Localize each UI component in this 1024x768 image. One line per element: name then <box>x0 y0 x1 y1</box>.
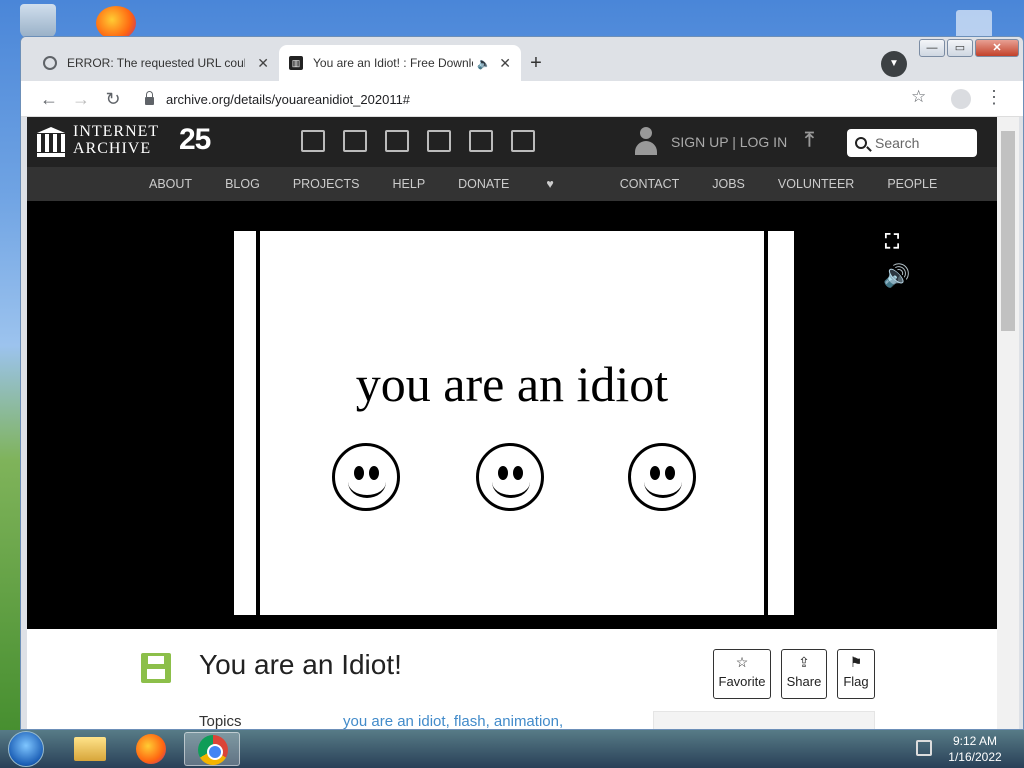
forward-arrow-icon[interactable]: → <box>69 87 93 111</box>
close-button[interactable]: ✕ <box>975 39 1019 57</box>
video-icon[interactable] <box>385 130 409 152</box>
tab-you-are-an-idiot[interactable]: ▥ You are an Idiot! : Free Download 🔈 ✕ <box>279 45 521 81</box>
heart-icon: ♥ <box>546 177 554 191</box>
images-icon[interactable] <box>511 130 535 152</box>
browser-toolbar: ← → ↻ archive.org/details/youareanidiot_… <box>21 81 1023 117</box>
network-tray-icon[interactable] <box>916 740 932 756</box>
tab-close-icon[interactable]: ✕ <box>499 55 511 72</box>
nav-jobs[interactable]: JOBS <box>712 177 745 191</box>
nav-volunteer[interactable]: VOLUNTEER <box>778 177 854 191</box>
maximize-button[interactable]: ▭ <box>947 39 973 57</box>
nav-projects[interactable]: PROJECTS <box>293 177 360 191</box>
media-player: you are an idiot ⛶ 🔊 <box>27 201 997 629</box>
ia-nav-bar: ABOUT BLOG PROJECTS HELP DONATE ♥ CONTACT… <box>27 167 997 201</box>
site-logo-text[interactable]: INTERNET ARCHIVE <box>73 123 159 157</box>
share-icon: ⇪ <box>798 654 810 670</box>
tab-error[interactable]: ERROR: The requested URL could not be re… <box>33 45 279 81</box>
smiley-face-icon <box>628 443 696 511</box>
topics-label: Topics <box>199 713 242 730</box>
page-scrollbar[interactable] <box>997 117 1019 729</box>
smiley-face-icon <box>476 443 544 511</box>
recycle-bin-icon[interactable] <box>20 4 56 38</box>
item-sidebar-box <box>653 711 875 729</box>
taskbar-chrome-icon[interactable] <box>184 732 240 766</box>
bookmark-star-icon[interactable]: ☆ <box>911 87 926 107</box>
new-tab-button[interactable]: + <box>523 51 549 77</box>
tab-title: You are an Idiot! : Free Download <box>313 56 473 70</box>
flag-icon: ⚑ <box>849 654 863 670</box>
anniversary-logo[interactable]: 25 <box>179 123 211 157</box>
nav-people[interactable]: PEOPLE <box>887 177 937 191</box>
scrollbar-thumb[interactable] <box>1001 131 1015 331</box>
internet-archive-favicon: ▥ <box>289 56 303 70</box>
topics-links[interactable]: you are an idiot, flash, animation, <box>343 713 563 729</box>
search-input[interactable]: Search <box>847 129 977 157</box>
nav-about[interactable]: ABOUT <box>149 177 192 191</box>
item-header: You are an Idiot! ☆ Favorite ⇪ Share ⚑ F… <box>27 629 997 730</box>
search-icon <box>855 137 867 149</box>
internet-archive-logo-icon[interactable] <box>37 127 65 157</box>
nav-contact[interactable]: CONTACT <box>620 177 680 191</box>
taskbar-explorer-icon[interactable] <box>62 732 118 766</box>
url-text[interactable]: archive.org/details/youareanidiot_202011… <box>166 92 410 107</box>
window-controls: — ▭ ✕ <box>917 39 1019 59</box>
minimize-button[interactable]: — <box>919 39 945 57</box>
ia-header: INTERNET ARCHIVE 25 SIGN UP | LOG IN ⤒ S… <box>27 117 997 167</box>
flag-button[interactable]: ⚑ Flag <box>837 649 875 699</box>
tab-close-icon[interactable]: ✕ <box>257 55 269 72</box>
item-title: You are an Idiot! <box>199 649 402 680</box>
software-icon[interactable] <box>469 130 493 152</box>
volume-icon[interactable]: 🔊 <box>883 263 910 289</box>
start-button[interactable] <box>8 731 44 767</box>
reload-icon[interactable]: ↻ <box>101 87 125 111</box>
web-page: INTERNET ARCHIVE 25 SIGN UP | LOG IN ⤒ S… <box>27 117 997 730</box>
flash-player[interactable]: you are an idiot <box>234 231 794 615</box>
fullscreen-icon[interactable]: ⛶ <box>885 231 899 254</box>
upload-icon[interactable]: ⤒ <box>805 129 814 152</box>
flash-canvas[interactable]: you are an idiot <box>256 231 768 615</box>
system-clock[interactable]: 9:12 AM 1/16/2022 <box>940 733 1010 765</box>
tab-strip: ERROR: The requested URL could not be re… <box>21 37 1023 81</box>
share-button[interactable]: ⇪ Share <box>781 649 827 699</box>
taskbar-firefox-icon[interactable] <box>124 732 180 766</box>
nav-help[interactable]: HELP <box>393 177 426 191</box>
smiley-face-icon <box>332 443 400 511</box>
web-icon[interactable] <box>301 130 325 152</box>
search-placeholder: Search <box>875 135 920 151</box>
texts-icon[interactable] <box>343 130 367 152</box>
menu-dots-icon[interactable]: ⋮ <box>985 87 1003 108</box>
media-type-icons <box>301 130 535 152</box>
taskbar: 9:12 AM 1/16/2022 <box>0 730 1024 768</box>
tab-audio-icon[interactable]: 🔈 <box>477 57 491 70</box>
tab-title: ERROR: The requested URL could not be re… <box>67 56 245 70</box>
flash-message: you are an idiot <box>355 356 669 412</box>
star-icon: ☆ <box>735 654 749 670</box>
favorite-button[interactable]: ☆ Favorite <box>713 649 771 699</box>
nav-blog[interactable]: BLOG <box>225 177 260 191</box>
lock-icon[interactable] <box>145 91 154 105</box>
audio-icon[interactable] <box>427 130 451 152</box>
account-icon[interactable] <box>951 89 971 109</box>
address-bar[interactable]: archive.org/details/youareanidiot_202011… <box>133 85 961 113</box>
firefox-desktop-icon[interactable] <box>96 6 136 40</box>
back-arrow-icon[interactable]: ← <box>37 87 61 111</box>
browser-window: ERROR: The requested URL could not be re… <box>20 36 1024 730</box>
tab-search-icon[interactable]: ▼ <box>881 51 907 77</box>
software-floppy-icon <box>141 653 171 683</box>
user-icon[interactable] <box>633 127 659 157</box>
signup-login-link[interactable]: SIGN UP | LOG IN <box>671 134 787 150</box>
globe-icon <box>43 56 57 70</box>
nav-donate[interactable]: DONATE ♥ <box>458 177 587 191</box>
